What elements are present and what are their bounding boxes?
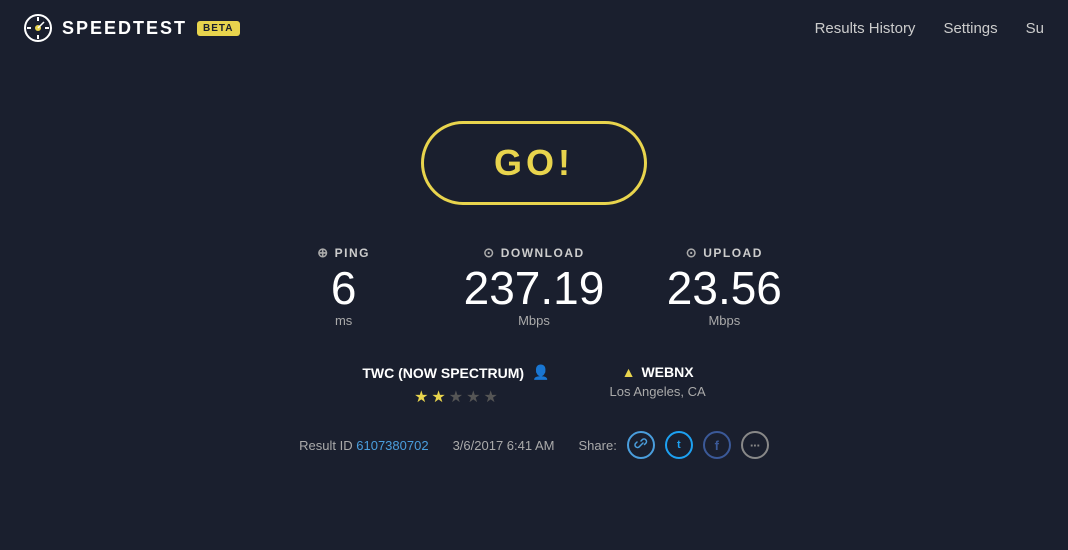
go-button[interactable]: GO! <box>421 121 647 205</box>
ping-stat: ⊕ PING 6 ms <box>284 245 404 328</box>
upload-stat: ⊙ UPLOAD 23.56 Mbps <box>664 245 784 328</box>
result-id-label: Result ID 6107380702 <box>299 438 428 453</box>
server-location-text: Los Angeles, CA <box>610 384 706 399</box>
download-stat: ⊙ DOWNLOAD 237.19 Mbps <box>464 245 605 328</box>
server-triangle-icon: ▲ <box>622 364 636 380</box>
upload-value: 23.56 <box>667 265 782 311</box>
share-section: Share: t f ··· <box>579 431 769 459</box>
ping-value: 6 <box>331 265 357 311</box>
star-1: ★ <box>414 387 428 407</box>
result-footer: Result ID 6107380702 3/6/2017 6:41 AM Sh… <box>299 431 769 459</box>
beta-badge: BETA <box>197 21 239 36</box>
star-5: ★ <box>483 387 497 407</box>
logo-text: SPEEDTEST <box>62 18 187 39</box>
main-content: GO! ⊕ PING 6 ms ⊙ DOWNLOAD 237.19 Mbps ⊙… <box>0 0 1068 550</box>
server-info: ▲ WEBNX Los Angeles, CA <box>610 364 706 399</box>
download-value: 237.19 <box>464 265 605 311</box>
ping-label: ⊕ PING <box>317 245 370 261</box>
isp-person-icon: 👤 <box>532 364 549 381</box>
stats-row: ⊕ PING 6 ms ⊙ DOWNLOAD 237.19 Mbps ⊙ UPL… <box>284 245 785 328</box>
star-3: ★ <box>449 387 463 407</box>
support-link[interactable]: Su <box>1026 20 1044 37</box>
isp-info: TWC (NOW SPECTRUM) 👤 ★ ★ ★ ★ ★ <box>362 364 549 407</box>
download-label: ⊙ DOWNLOAD <box>483 245 584 261</box>
isp-rating-stars: ★ ★ ★ ★ ★ <box>414 387 498 407</box>
server-name-text: WEBNX <box>641 364 693 380</box>
ping-unit: ms <box>335 313 352 328</box>
speedtest-logo-icon <box>24 14 52 42</box>
server-name-row: ▲ WEBNX <box>622 364 694 380</box>
upload-label: ⊙ UPLOAD <box>686 245 763 261</box>
share-twitter-icon[interactable]: t <box>665 431 693 459</box>
share-more-icon[interactable]: ··· <box>741 431 769 459</box>
star-4: ★ <box>466 387 480 407</box>
results-history-link[interactable]: Results History <box>815 20 916 37</box>
settings-link[interactable]: Settings <box>943 20 997 37</box>
share-label: Share: <box>579 438 617 453</box>
download-icon: ⊙ <box>483 245 495 261</box>
navigation: Results History Settings Su <box>815 20 1044 37</box>
info-row: TWC (NOW SPECTRUM) 👤 ★ ★ ★ ★ ★ ▲ WEBNX L… <box>362 364 705 407</box>
isp-name-text: TWC (NOW SPECTRUM) <box>362 365 524 381</box>
share-link-icon[interactable] <box>627 431 655 459</box>
star-2: ★ <box>431 387 445 407</box>
upload-unit: Mbps <box>708 313 740 328</box>
download-unit: Mbps <box>518 313 550 328</box>
logo-area: SPEEDTEST BETA <box>24 14 240 42</box>
isp-name-row: TWC (NOW SPECTRUM) 👤 <box>362 364 549 381</box>
share-facebook-icon[interactable]: f <box>703 431 731 459</box>
result-timestamp: 3/6/2017 6:41 AM <box>453 438 555 453</box>
upload-icon: ⊙ <box>686 245 698 261</box>
ping-icon: ⊕ <box>317 245 329 261</box>
result-id-link[interactable]: 6107380702 <box>356 438 428 453</box>
header: SPEEDTEST BETA Results History Settings … <box>0 0 1068 56</box>
